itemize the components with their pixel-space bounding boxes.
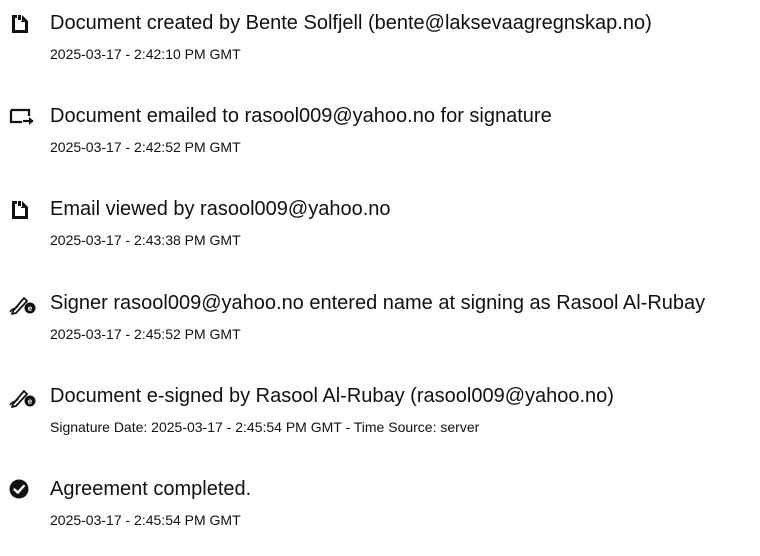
event-title: Document e-signed by Rasool Al-Rubay (ra… — [50, 385, 614, 407]
svg-text:e: e — [28, 397, 33, 406]
event-timestamp: 2025-03-17 - 2:42:52 PM GMT — [50, 139, 241, 155]
event-timestamp: Signature Date: 2025-03-17 - 2:45:54 PM … — [50, 419, 480, 435]
event-title: Signer rasool009@yahoo.no entered name a… — [50, 292, 706, 314]
event-timestamp: 2025-03-17 - 2:42:10 PM GMT — [50, 46, 241, 62]
audit-event-signer-entered-name: e Signer rasool009@yahoo.no entered name… — [0, 290, 760, 370]
audit-event-document-esigned: e Document e-signed by Rasool Al-Rubay (… — [0, 383, 760, 463]
document-icon — [8, 198, 38, 222]
event-timestamp: 2025-03-17 - 2:43:38 PM GMT — [50, 232, 241, 248]
check-circle-icon — [8, 478, 38, 502]
event-timestamp: 2025-03-17 - 2:45:54 PM GMT — [50, 512, 241, 528]
event-title: Email viewed by rasool009@yahoo.no — [50, 198, 391, 220]
e-sign-pen-icon: e — [8, 292, 38, 316]
event-title: Agreement completed. — [50, 478, 252, 500]
event-timestamp: 2025-03-17 - 2:45:52 PM GMT — [50, 326, 241, 342]
e-sign-pen-icon: e — [8, 385, 38, 409]
document-icon — [8, 12, 38, 36]
email-sent-icon — [8, 105, 38, 129]
audit-event-agreement-completed: Agreement completed. 2025-03-17 - 2:45:5… — [0, 476, 760, 556]
audit-event-document-emailed: Document emailed to rasool009@yahoo.no f… — [0, 103, 760, 183]
audit-event-document-created: Document created by Bente Solfjell (bent… — [0, 10, 760, 90]
audit-event-email-viewed: Email viewed by rasool009@yahoo.no 2025-… — [0, 196, 760, 276]
event-title: Document emailed to rasool009@yahoo.no f… — [50, 105, 552, 127]
svg-text:e: e — [28, 304, 33, 313]
event-title: Document created by Bente Solfjell (bent… — [50, 12, 652, 34]
